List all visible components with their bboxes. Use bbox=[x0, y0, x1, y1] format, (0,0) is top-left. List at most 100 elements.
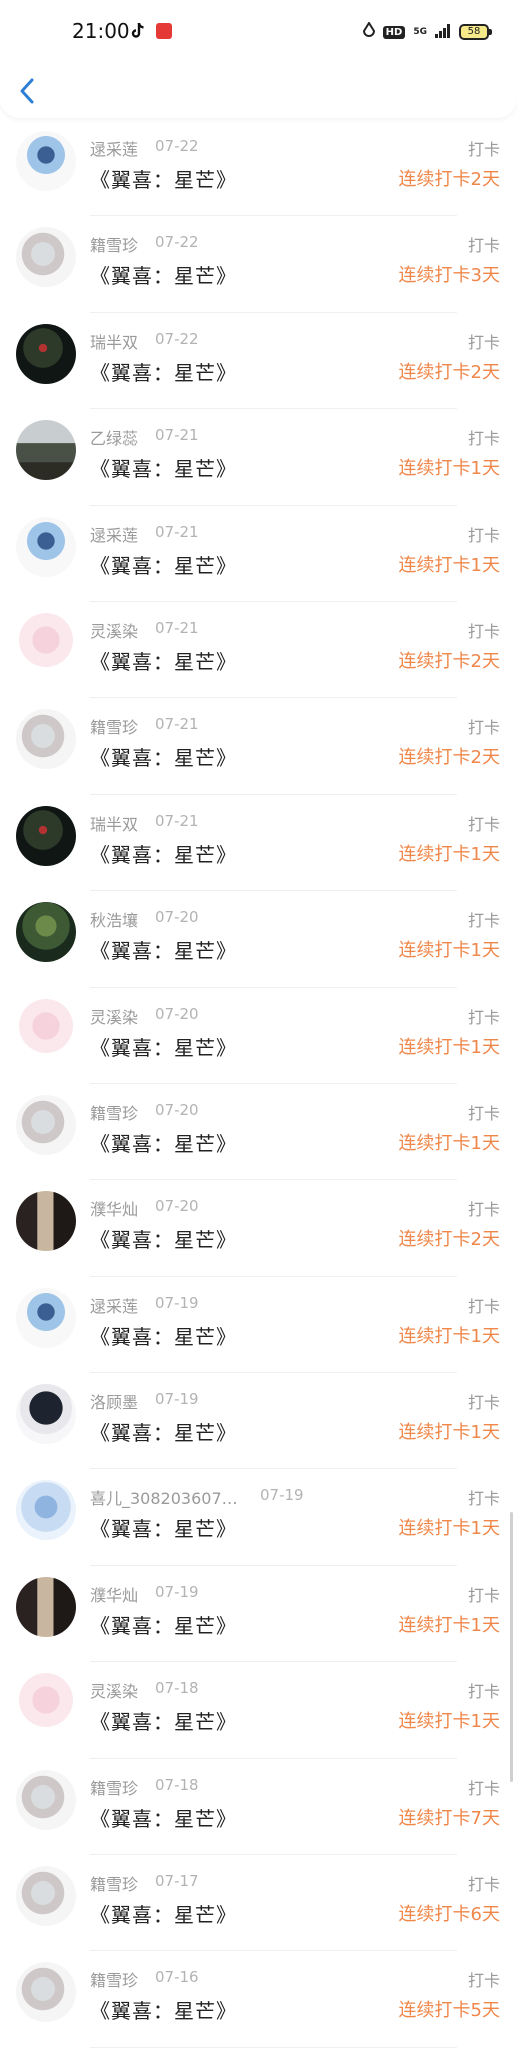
user-name[interactable]: 籍雪珍 bbox=[90, 232, 138, 256]
user-name[interactable]: 籍雪珍 bbox=[90, 1967, 138, 1991]
list-item[interactable]: 喜儿_3082036070... 07-19 《翼喜：星芒》 打卡 连续打卡1天 bbox=[0, 1469, 517, 1566]
avatar[interactable] bbox=[16, 998, 76, 1059]
avatar[interactable] bbox=[16, 1866, 76, 1927]
list-item[interactable]: 乙绿蕊 07-21 《翼喜：星芒》 打卡 连续打卡1天 bbox=[0, 409, 517, 506]
avatar[interactable] bbox=[16, 1673, 76, 1734]
streak-label: 连续打卡1天 bbox=[398, 1518, 500, 1540]
list-item[interactable]: 秋浩壤 07-20 《翼喜：星芒》 打卡 连续打卡1天 bbox=[0, 891, 517, 988]
list-item[interactable]: 籍雪珍 07-18 《翼喜：星芒》 打卡 连续打卡7天 bbox=[0, 1759, 517, 1856]
back-button[interactable] bbox=[14, 74, 42, 108]
user-name[interactable]: 籍雪珍 bbox=[90, 714, 138, 738]
user-name[interactable]: 灵溪染 bbox=[90, 1004, 138, 1028]
avatar[interactable] bbox=[16, 805, 76, 866]
checkin-date: 07-18 bbox=[155, 1679, 199, 1698]
streak-label: 连续打卡2天 bbox=[398, 169, 500, 190]
streak-label: 连续打卡1天 bbox=[398, 458, 500, 480]
streak-label: 连续打卡1天 bbox=[398, 1132, 500, 1154]
work-title: 《翼喜：星芒》 bbox=[90, 1421, 237, 1446]
user-name[interactable]: 逯采莲 bbox=[90, 136, 138, 160]
streak-label: 连续打卡7天 bbox=[398, 1807, 500, 1829]
work-title: 《翼喜：星芒》 bbox=[90, 360, 237, 385]
list-item[interactable]: 濮华灿 07-19 《翼喜：星芒》 打卡 连续打卡1天 bbox=[0, 1566, 517, 1663]
checkin-date: 07-18 bbox=[155, 1775, 199, 1794]
list-item[interactable]: 洛顾墨 07-19 《翼喜：星芒》 打卡 连续打卡1天 bbox=[0, 1373, 517, 1470]
user-name[interactable]: 洛顾墨 bbox=[90, 1389, 138, 1413]
list-item[interactable]: 濮华灿 07-20 《翼喜：星芒》 打卡 连续打卡2天 bbox=[0, 1180, 517, 1277]
avatar[interactable] bbox=[16, 323, 76, 384]
user-name[interactable]: 乙绿蕊 bbox=[90, 425, 138, 449]
list-item[interactable]: 逯采莲 07-19 《翼喜：星芒》 打卡 连续打卡1天 bbox=[0, 1277, 517, 1374]
checkin-date: 07-17 bbox=[155, 1872, 199, 1891]
avatar[interactable] bbox=[16, 612, 76, 673]
checkin-date: 07-22 bbox=[155, 233, 199, 252]
checkin-type: 打卡 bbox=[467, 1296, 500, 1316]
chevron-left-icon bbox=[20, 78, 34, 104]
checkin-type: 打卡 bbox=[467, 429, 500, 449]
avatar[interactable] bbox=[16, 709, 76, 770]
avatar[interactable] bbox=[16, 902, 76, 963]
user-name[interactable]: 逯采莲 bbox=[90, 1293, 138, 1317]
work-title: 《翼喜：星芒》 bbox=[90, 553, 237, 578]
list-item[interactable]: 灵溪染 07-18 《翼喜：星芒》 打卡 连续打卡1天 bbox=[0, 1662, 517, 1759]
streak-label: 连续打卡1天 bbox=[398, 843, 500, 865]
checkin-type: 打卡 bbox=[467, 140, 500, 159]
work-title: 《翼喜：星芒》 bbox=[90, 457, 237, 482]
avatar[interactable] bbox=[16, 1576, 76, 1637]
avatar[interactable] bbox=[16, 1384, 76, 1445]
work-title: 《翼喜：星芒》 bbox=[90, 842, 237, 867]
work-title: 《翼喜：星芒》 bbox=[90, 168, 237, 192]
user-name[interactable]: 灵溪染 bbox=[90, 618, 138, 642]
list-item[interactable]: 逯采莲 07-22 《翼喜：星芒》 打卡 连续打卡2天 bbox=[0, 120, 517, 217]
user-name[interactable]: 喜儿_3082036070... bbox=[90, 1485, 240, 1509]
streak-label: 连续打卡1天 bbox=[398, 1422, 500, 1444]
avatar[interactable] bbox=[16, 420, 76, 481]
checkin-type: 打卡 bbox=[467, 236, 500, 256]
work-title: 《翼喜：星芒》 bbox=[90, 746, 237, 771]
list-item[interactable]: 瑞半双 07-22 《翼喜：星芒》 打卡 连续打卡2天 bbox=[0, 313, 517, 410]
avatar[interactable] bbox=[16, 131, 76, 191]
user-name[interactable]: 瑞半双 bbox=[90, 329, 138, 353]
list-item[interactable]: 籍雪珍 07-16 《翼喜：星芒》 打卡 连续打卡5天 bbox=[0, 1951, 517, 2048]
streak-label: 连续打卡2天 bbox=[398, 747, 500, 769]
user-name[interactable]: 濮华灿 bbox=[90, 1582, 138, 1606]
checkin-type: 打卡 bbox=[467, 1682, 500, 1702]
work-title: 《翼喜：星芒》 bbox=[90, 939, 237, 964]
list-item[interactable]: 瑞半双 07-21 《翼喜：星芒》 打卡 连续打卡1天 bbox=[0, 795, 517, 892]
avatar[interactable] bbox=[16, 1094, 76, 1155]
list-item[interactable]: 籍雪珍 07-20 《翼喜：星芒》 打卡 连续打卡1天 bbox=[0, 1084, 517, 1181]
status-time: 21:00 bbox=[72, 19, 130, 43]
streak-label: 连续打卡1天 bbox=[398, 1614, 500, 1636]
work-title: 《翼喜：星芒》 bbox=[90, 1613, 237, 1638]
streak-label: 连续打卡1天 bbox=[398, 554, 500, 576]
list-item[interactable]: 籍雪珍 07-21 《翼喜：星芒》 打卡 连续打卡2天 bbox=[0, 698, 517, 795]
checkin-date: 07-19 bbox=[155, 1582, 199, 1601]
scrollbar[interactable] bbox=[510, 1512, 513, 1782]
checkin-date: 07-20 bbox=[155, 1004, 199, 1023]
user-name[interactable]: 瑞半双 bbox=[90, 811, 138, 835]
work-title: 《翼喜：星芒》 bbox=[90, 1228, 237, 1253]
user-name[interactable]: 籍雪珍 bbox=[90, 1871, 138, 1895]
user-name[interactable]: 逯采莲 bbox=[90, 522, 138, 546]
list-item[interactable]: 籍雪珍 07-22 《翼喜：星芒》 打卡 连续打卡3天 bbox=[0, 216, 517, 313]
list-item[interactable]: 灵溪染 07-20 《翼喜：星芒》 打卡 连续打卡1天 bbox=[0, 988, 517, 1084]
checkin-date: 07-16 bbox=[155, 1968, 199, 1987]
avatar[interactable] bbox=[16, 1480, 76, 1541]
list-item[interactable]: 灵溪染 07-21 《翼喜：星芒》 打卡 连续打卡2天 bbox=[0, 602, 517, 699]
checkin-type: 打卡 bbox=[467, 621, 500, 641]
user-name[interactable]: 籍雪珍 bbox=[90, 1100, 138, 1124]
avatar[interactable] bbox=[16, 1769, 76, 1830]
list-item[interactable]: 逯采莲 07-21 《翼喜：星芒》 打卡 连续打卡1天 bbox=[0, 506, 517, 602]
checkin-type: 打卡 bbox=[467, 1007, 500, 1027]
user-name[interactable]: 籍雪珍 bbox=[90, 1775, 138, 1799]
checkin-type: 打卡 bbox=[467, 1393, 500, 1413]
avatar[interactable] bbox=[16, 516, 76, 577]
avatar[interactable] bbox=[16, 1962, 76, 2023]
avatar[interactable] bbox=[16, 1287, 76, 1348]
user-name[interactable]: 濮华灿 bbox=[90, 1196, 138, 1220]
avatar[interactable] bbox=[16, 1191, 76, 1252]
list-item[interactable]: 籍雪珍 07-17 《翼喜：星芒》 打卡 连续打卡6天 bbox=[0, 1855, 517, 1952]
avatar[interactable] bbox=[16, 227, 76, 288]
tiktok-icon bbox=[130, 22, 146, 44]
user-name[interactable]: 灵溪染 bbox=[90, 1678, 138, 1702]
user-name[interactable]: 秋浩壤 bbox=[90, 907, 138, 931]
